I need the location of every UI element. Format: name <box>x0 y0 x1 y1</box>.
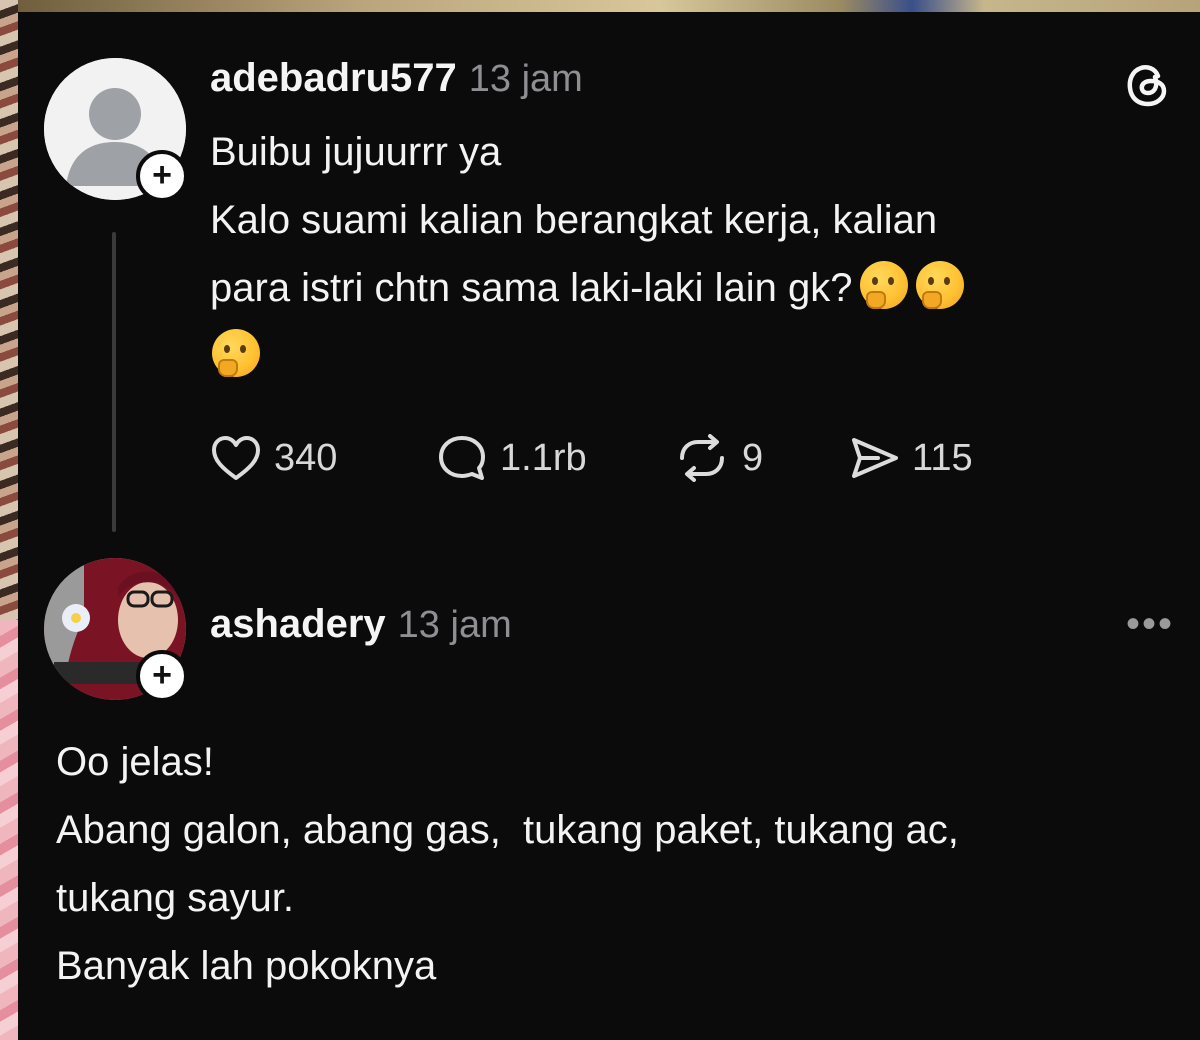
repost-button[interactable]: 9 <box>674 434 763 482</box>
post-line: Kalo suami kalian berangkat kerja, kalia… <box>210 198 938 242</box>
thread-connector-line <box>112 232 116 532</box>
post-line: Buibu jujuurrr ya <box>210 130 502 174</box>
thinking-face-emoji <box>860 261 909 309</box>
post-line: para istri chtn sama laki-laki lain gk? <box>210 254 1170 322</box>
reply-time: 13 jam <box>397 604 512 646</box>
reply-author-row: ashadery 13 jam <box>210 602 512 647</box>
like-button[interactable]: 340 <box>210 434 337 482</box>
post-line <box>210 322 1170 390</box>
repost-icon <box>680 434 724 482</box>
username-link[interactable]: adebadru577 <box>210 56 457 100</box>
post-author-row: adebadru577 13 jam <box>210 56 583 101</box>
background-photo-left-lower <box>0 620 18 1040</box>
more-options-icon[interactable]: ••• <box>1126 602 1174 647</box>
comment-bubble-icon <box>439 436 485 480</box>
threads-logo-icon <box>1122 58 1174 115</box>
like-count: 340 <box>274 436 338 479</box>
comment-count: 1.1rb <box>500 436 587 479</box>
reply-body: Oo jelas! Abang galon, abang gas, tukang… <box>56 728 1176 1000</box>
reply-line: Oo jelas! <box>56 740 214 784</box>
heart-icon <box>212 436 260 480</box>
send-icon <box>852 438 898 478</box>
username-link[interactable]: ashadery <box>210 602 386 646</box>
share-button[interactable]: 115 <box>848 434 973 482</box>
comment-button[interactable]: 1.1rb <box>436 434 587 482</box>
reply-line: tukang sayur. <box>56 876 294 920</box>
share-count: 115 <box>912 436 973 479</box>
threads-panel: + adebadru577 13 jam Buibu jujuurrr ya Ka… <box>18 12 1200 1040</box>
reply-line: Abang galon, abang gas, tukang paket, tu… <box>56 808 959 852</box>
background-photo-top <box>0 0 1200 12</box>
follow-plus-button[interactable]: + <box>136 650 188 702</box>
thinking-face-emoji <box>212 329 260 377</box>
reply-line: Banyak lah pokoknya <box>56 944 437 988</box>
follow-plus-button[interactable]: + <box>136 150 188 202</box>
repost-count: 9 <box>742 436 764 479</box>
post-time: 13 jam <box>468 58 583 100</box>
thinking-face-emoji <box>916 261 965 309</box>
post-body: Buibu jujuurrr ya Kalo suami kalian bera… <box>210 118 1170 390</box>
